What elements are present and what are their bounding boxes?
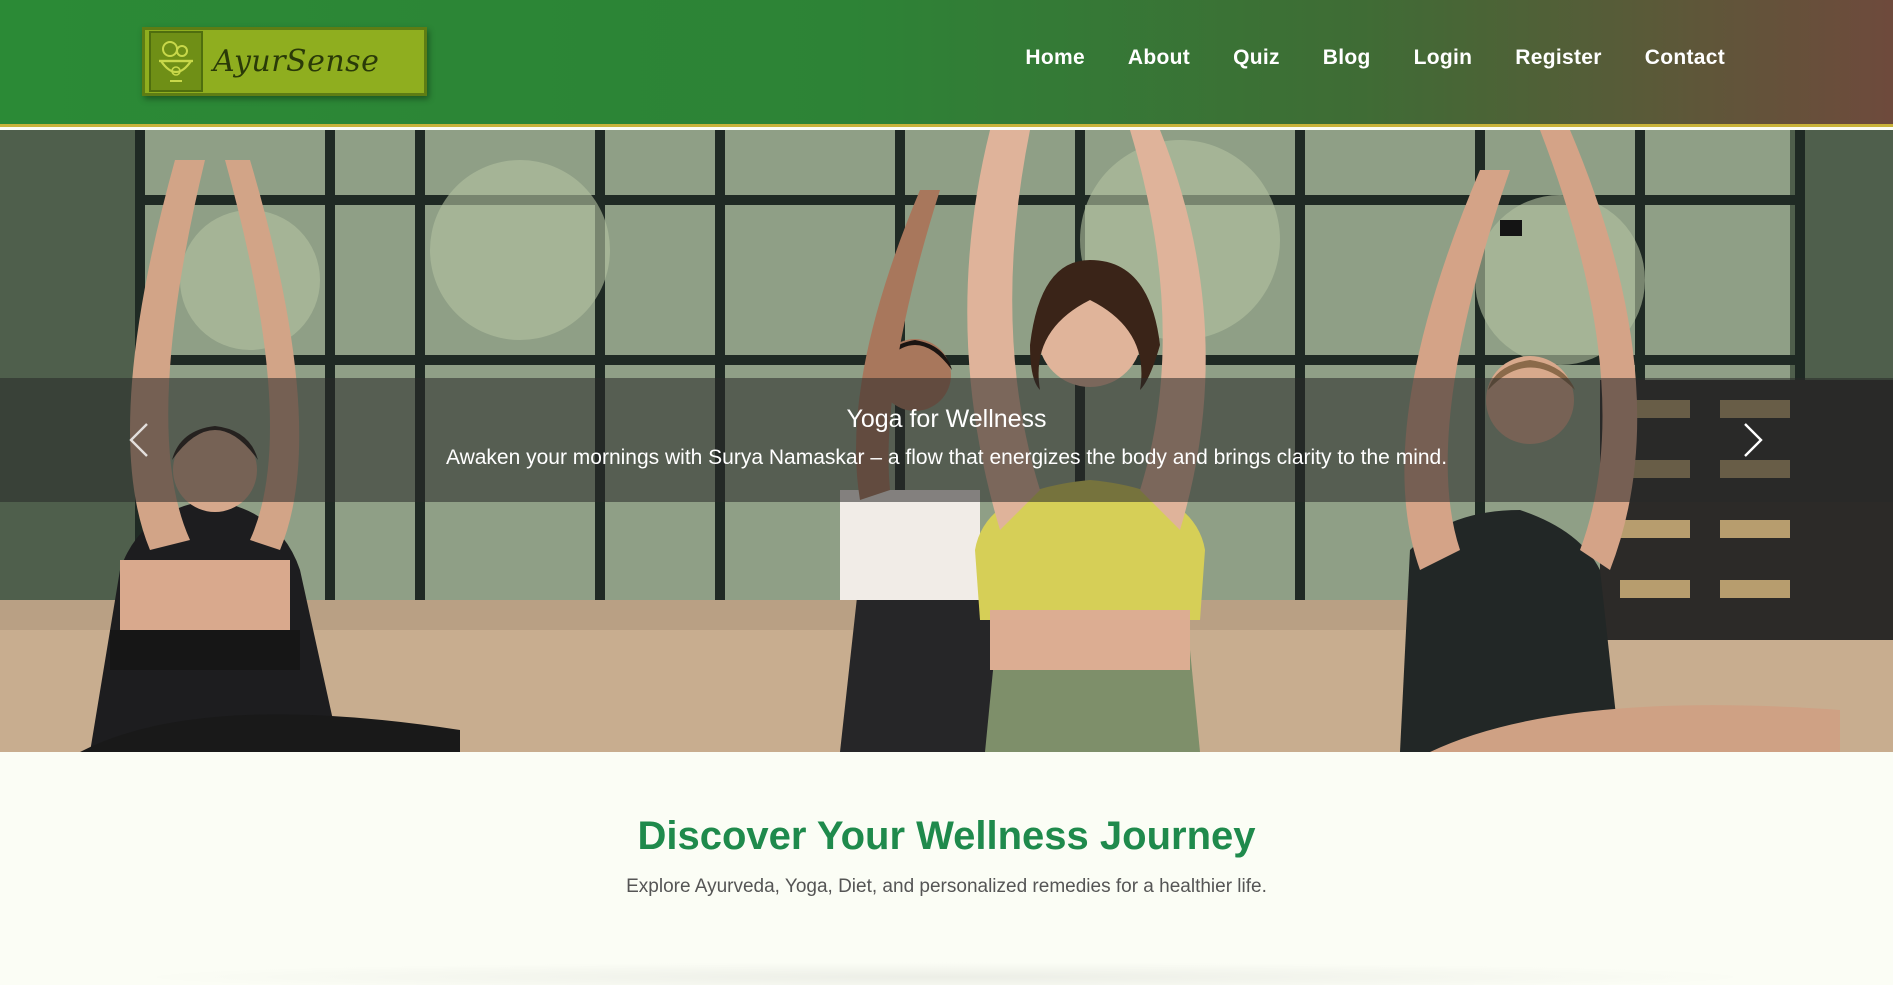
caption-band <box>0 378 1893 502</box>
site-header: AyurSense Home About Quiz Blog Login Reg… <box>0 0 1893 127</box>
carousel-prev-button[interactable] <box>119 414 159 466</box>
brand-name: AyurSense <box>213 44 380 79</box>
carousel-next-button[interactable] <box>1733 414 1773 466</box>
section-subtitle: Explore Ayurveda, Yoga, Diet, and person… <box>626 876 1267 897</box>
nav-contact[interactable]: Contact <box>1645 46 1725 70</box>
card-shadow-divider <box>120 962 1770 985</box>
wellness-intro-section: Discover Your Wellness Journey Explore A… <box>0 752 1893 985</box>
slide-caption-text: Awaken your mornings with Surya Namaskar… <box>445 446 1448 469</box>
section-title: Discover Your Wellness Journey <box>637 814 1256 858</box>
nav-register[interactable]: Register <box>1515 46 1601 70</box>
slide-caption-title: Yoga for Wellness <box>846 405 1047 433</box>
brand-logo[interactable]: AyurSense <box>142 27 427 96</box>
nav-home[interactable]: Home <box>1025 46 1085 70</box>
nav-login[interactable]: Login <box>1414 46 1473 70</box>
chevron-left-icon <box>129 423 148 457</box>
main-nav: Home About Quiz Blog Login Register Cont… <box>982 46 1725 70</box>
chevron-right-icon <box>1744 423 1763 457</box>
nav-blog[interactable]: Blog <box>1323 46 1371 70</box>
nav-about[interactable]: About <box>1128 46 1190 70</box>
hero-carousel: Yoga for Wellness Awaken your mornings w… <box>0 130 1893 752</box>
mortar-pestle-icon <box>149 31 203 92</box>
nav-quiz[interactable]: Quiz <box>1233 46 1280 70</box>
